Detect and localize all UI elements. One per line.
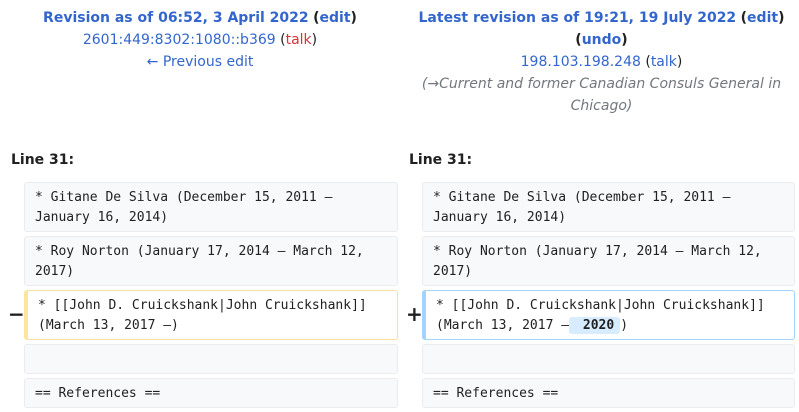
right-revision-header: Latest revision as of 19:21, 19 July 202… [404, 7, 799, 117]
right-context-cell: == References == [422, 378, 795, 408]
deleted-line-marker: − [8, 302, 25, 326]
inserted-text: 2020 [569, 317, 621, 334]
edit-summary-text: Current and former Canadian Consuls Gene… [439, 76, 782, 114]
section-arrow-link[interactable]: → [427, 76, 439, 92]
right-empty-cell [422, 344, 795, 374]
right-context-cell: * Roy Norton (January 17, 2014 – March 1… [422, 236, 795, 286]
edit-summary: (→Current and former Canadian Consuls Ge… [421, 76, 782, 114]
left-context-cell: * Roy Norton (January 17, 2014 – March 1… [24, 236, 398, 286]
left-revision-title-line: Revision as of 06:52, 3 April 2022 (edit… [43, 10, 357, 26]
left-empty-cell [24, 344, 398, 374]
left-revision-header: Revision as of 06:52, 3 April 2022 (edit… [0, 7, 400, 73]
right-user-link[interactable]: 198.103.198.248 [521, 54, 641, 70]
left-edit-link[interactable]: edit [320, 10, 351, 26]
right-user-line: 198.103.198.248 (talk) [520, 54, 683, 70]
added-line-suffix: ) [620, 318, 629, 333]
right-edit-link[interactable]: edit [747, 10, 778, 26]
left-user-link[interactable]: 2601:449:8302:1080::b369 [83, 32, 276, 48]
left-context-cell: * Gitane De Silva (December 15, 2011 – J… [24, 182, 398, 232]
added-line-cell: * [[John D. Cruickshank|John Cruickshank… [422, 290, 795, 340]
added-line-marker: + [406, 302, 423, 326]
undo-link[interactable]: undo [582, 32, 622, 48]
left-line-number: Line 31: [11, 152, 75, 168]
right-talk-link[interactable]: talk [651, 54, 677, 70]
right-revision-link[interactable]: Latest revision as of 19:21, 19 July 202… [419, 10, 737, 26]
previous-edit-link[interactable]: ← Previous edit [147, 54, 254, 70]
left-revision-link[interactable]: Revision as of 06:52, 3 April 2022 [43, 10, 309, 26]
left-user-line: 2601:449:8302:1080::b369 (talk) [82, 32, 318, 48]
right-line-number: Line 31: [409, 152, 473, 168]
deleted-line-cell: * [[John D. Cruickshank|John Cruickshank… [24, 290, 398, 340]
right-context-cell: * Gitane De Silva (December 15, 2011 – J… [422, 182, 795, 232]
left-talk-link[interactable]: talk [286, 32, 312, 48]
right-revision-title-line: Latest revision as of 19:21, 19 July 202… [418, 10, 785, 26]
left-context-cell: == References == [24, 378, 398, 408]
